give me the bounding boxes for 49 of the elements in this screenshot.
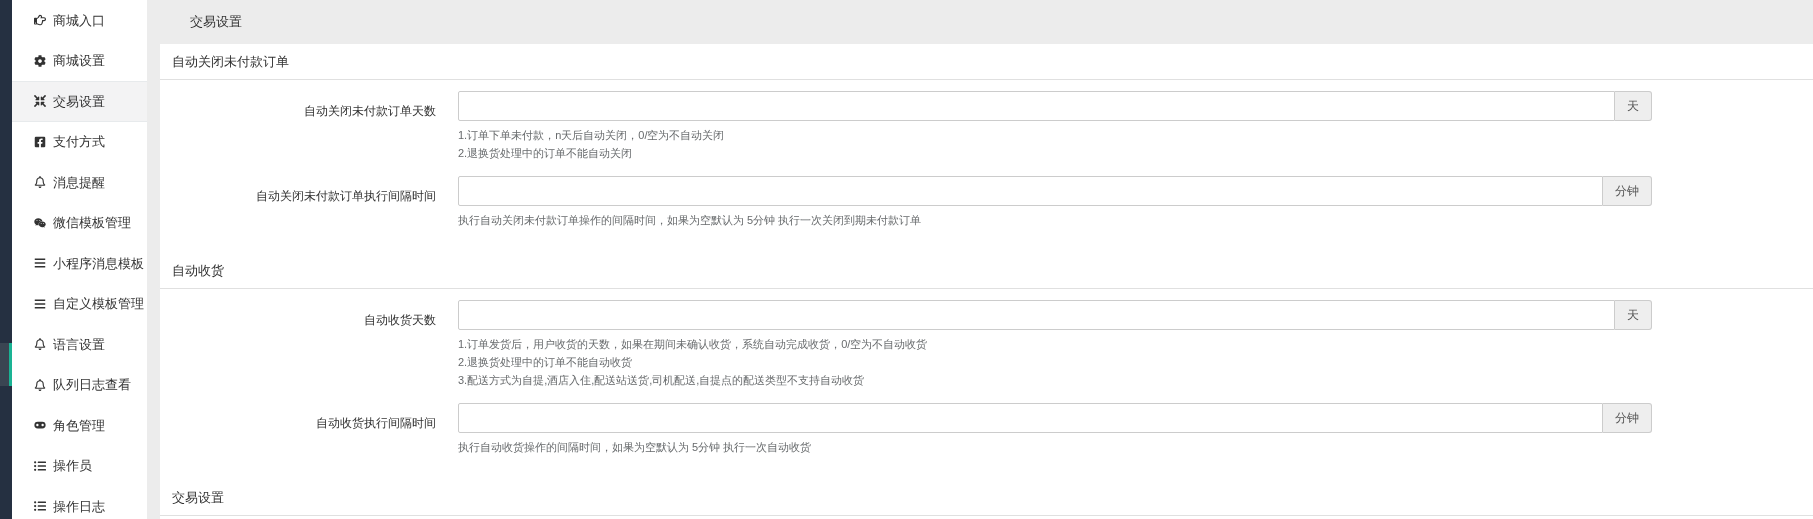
chat-bubbles-icon: [34, 216, 46, 229]
sidebar-item[interactable]: 商城设置: [12, 40, 147, 81]
field-label: 自动收货天数: [364, 313, 436, 327]
page-title: 交易设置: [190, 13, 242, 32]
sidebar-item[interactable]: 操作员: [12, 445, 147, 486]
sidebar-item[interactable]: 商城入口: [12, 0, 147, 41]
input-field[interactable]: [458, 176, 1603, 206]
help-text: 3.配送方式为自提,酒店入住,配送站送货,司机配送,自提点的配送类型不支持自动收货: [458, 373, 866, 388]
help-text: 2.退换货处理中的订单不能自动关闭: [458, 146, 634, 161]
bell-icon: [34, 338, 46, 351]
field-label: 自动关闭未付款订单执行间隔时间: [256, 189, 436, 203]
list-icon: [34, 500, 46, 513]
sidebar-item[interactable]: 操作日志: [12, 486, 147, 519]
unit-addon: 分钟: [1603, 403, 1652, 433]
unit-addon: 分钟: [1603, 176, 1652, 206]
menu-icon: [34, 257, 46, 270]
section-title: 自动关闭未付款订单: [172, 52, 289, 71]
help-text: 执行自动收货操作的间隔时间，如果为空默认为 5分钟 执行一次自动收货: [458, 440, 813, 455]
sidebar-item[interactable]: 语言设置: [12, 324, 147, 365]
sidebar-item[interactable]: 自定义模板管理: [12, 283, 147, 324]
square-logo-icon: [34, 135, 46, 148]
field-label: 自动收货执行间隔时间: [316, 416, 436, 430]
sidebar-item[interactable]: 小程序消息模板: [12, 243, 147, 284]
bell-icon: [34, 378, 46, 391]
help-text: 2.退换货处理中的订单不能自动收货: [458, 355, 634, 370]
unit-addon: 天: [1615, 300, 1652, 330]
unit-addon: 天: [1615, 91, 1652, 121]
sidebar-item[interactable]: 支付方式: [12, 121, 147, 162]
help-text: 1.订单发货后，用户收货的天数，如果在期间未确认收货，系统自动完成收货，0/空为不自动收货: [458, 337, 929, 352]
field-label: 自动关闭未付款订单天数: [304, 104, 436, 118]
menu-icon: [34, 297, 46, 310]
sidebar-item[interactable]: 消息提醒: [12, 162, 147, 203]
help-text: 1.订单下单未付款，n天后自动关闭，0/空为不自动关闭: [458, 128, 726, 143]
bell-icon: [34, 176, 46, 189]
input-field[interactable]: [458, 300, 1615, 330]
section-title: 自动收货: [172, 261, 224, 280]
sidebar-item[interactable]: 队列日志查看: [12, 364, 147, 405]
input-field[interactable]: [458, 91, 1615, 121]
compress-arrows-icon: [34, 95, 46, 108]
section-title: 交易设置: [172, 488, 224, 507]
sidebar-item[interactable]: 角色管理: [12, 405, 147, 446]
list-icon: [34, 459, 46, 472]
settings-icon: [34, 54, 46, 67]
nav-highlight: [0, 343, 12, 386]
pointing-hand-icon: [34, 14, 46, 27]
sidebar-item[interactable]: 交易设置: [12, 81, 147, 122]
help-text: 执行自动关闭未付款订单操作的间隔时间，如果为空默认为 5分钟 执行一次关闭到期未付款订单: [458, 213, 923, 228]
input-field[interactable]: [458, 403, 1603, 433]
sidebar-item[interactable]: 微信模板管理: [12, 202, 147, 243]
